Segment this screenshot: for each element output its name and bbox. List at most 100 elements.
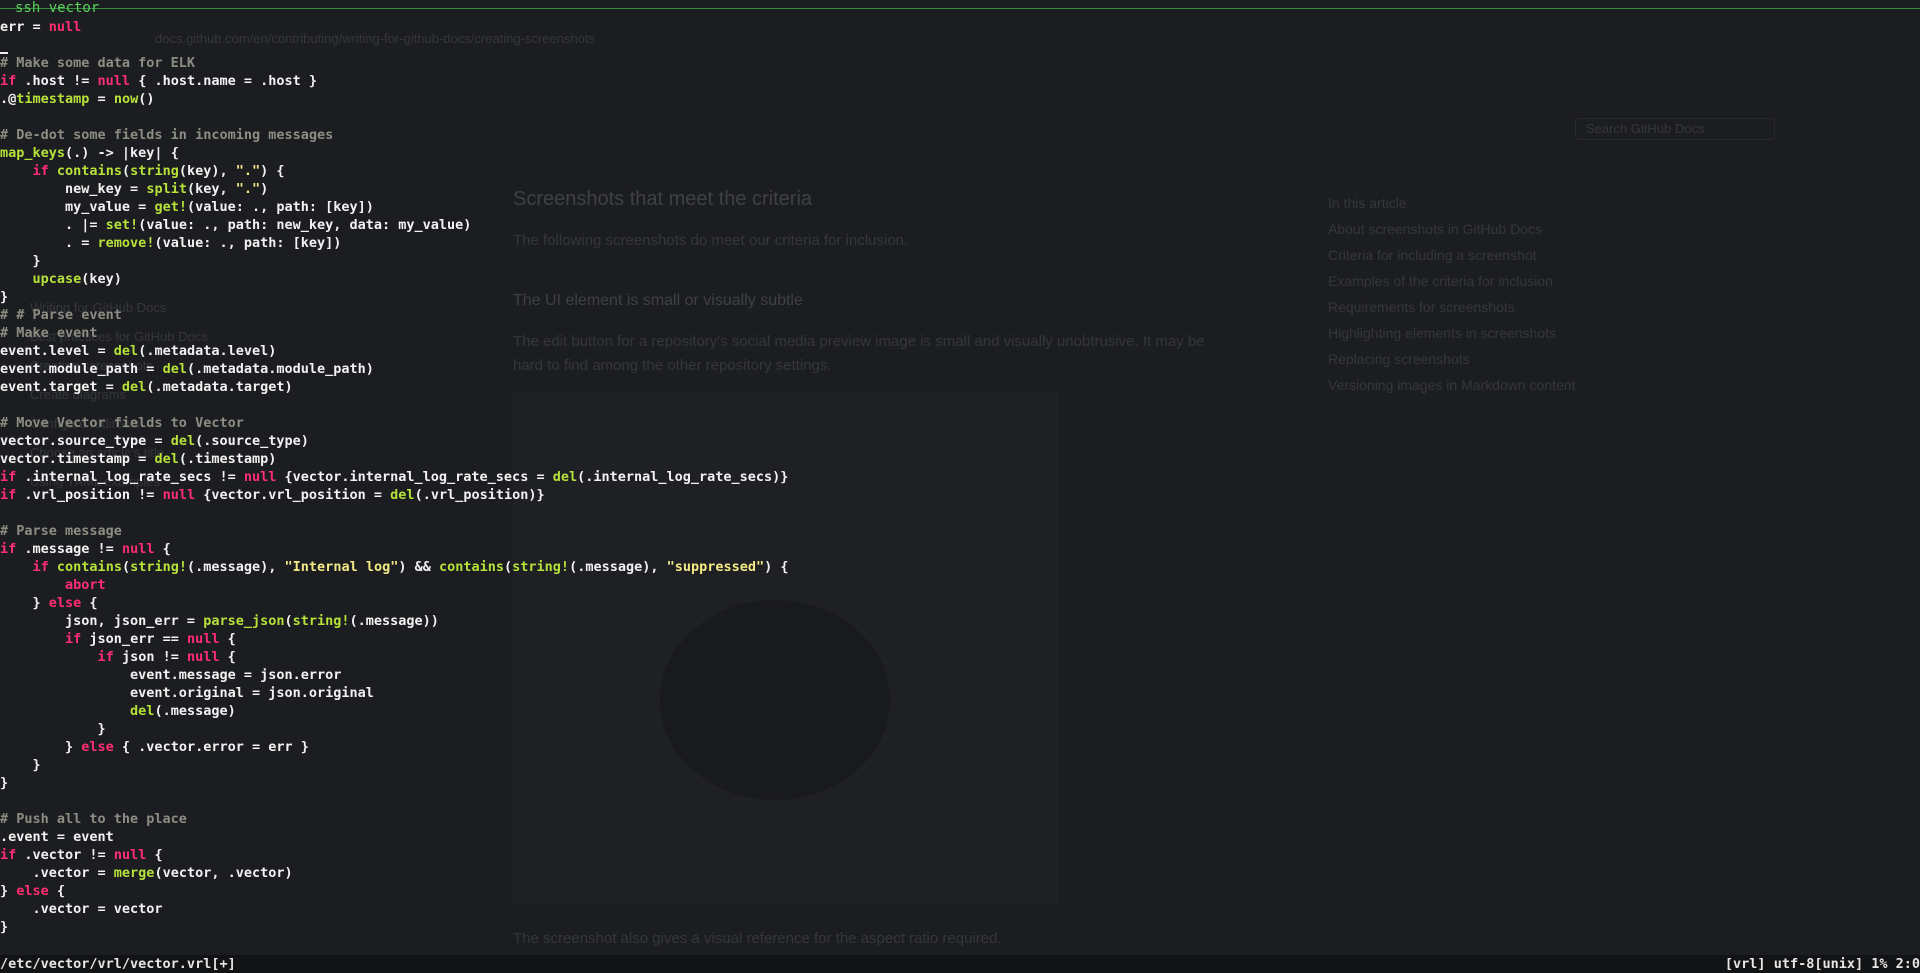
code-line[interactable]: }: [0, 774, 8, 792]
code-line[interactable]: } else { .vector.error = err }: [0, 738, 309, 756]
code-token: {: [81, 595, 98, 611]
code-token: (.source_type): [195, 433, 309, 449]
code-token: json !=: [113, 649, 187, 665]
code-line[interactable]: del(.message): [0, 702, 236, 720]
code-line[interactable]: json, json_err = parse_json(string!(.mes…: [0, 612, 439, 630]
code-token: (value: ., path: [key]): [154, 235, 342, 251]
code-line[interactable]: . = remove!(value: ., path: [key]): [0, 234, 341, 252]
code-token: string!: [292, 613, 350, 629]
code-token: . |=: [0, 217, 106, 233]
code-token: if: [0, 847, 17, 863]
code-line[interactable]: .event = event: [0, 828, 114, 846]
code-token: (key): [81, 271, 122, 287]
code-line[interactable]: .@timestamp = now(): [0, 90, 154, 108]
code-line[interactable]: # Push all to the place: [0, 810, 187, 828]
code-token: }: [0, 595, 49, 611]
code-line[interactable]: if .vrl_position != null {vector.vrl_pos…: [0, 486, 545, 504]
code-line[interactable]: if .internal_log_rate_secs != null {vect…: [0, 468, 788, 486]
code-token: .internal_log_rate_secs !=: [16, 469, 244, 485]
code-line[interactable]: .vector = vector: [0, 900, 163, 918]
code-token: del: [390, 487, 415, 503]
code-line[interactable]: }: [0, 756, 41, 774]
code-token: null: [121, 541, 155, 557]
code-line[interactable]: event.original = json.original: [0, 684, 374, 702]
vim-editor[interactable]: err = null # Make some data for ELK if .ho…: [0, 18, 1920, 955]
code-token: (value: ., path: new_key, data: my_value…: [138, 217, 472, 233]
vim-status-bar: /etc/vector/vrl/vector.vrl[+] [vrl] utf-…: [0, 955, 1920, 973]
code-token: # Parse message: [0, 523, 122, 539]
code-line[interactable]: if contains(string(key), ".") {: [0, 162, 285, 180]
code-line[interactable]: . |= set!(value: ., path: new_key, data:…: [0, 216, 471, 234]
code-token: if: [0, 541, 17, 557]
code-token: (vector, .vector): [154, 865, 293, 881]
code-line[interactable]: # De-dot some fields in incoming message…: [0, 126, 333, 144]
code-token: null: [97, 73, 131, 89]
code-line[interactable]: abort: [0, 576, 106, 594]
code-line[interactable]: vector.source_type = del(.source_type): [0, 432, 309, 450]
code-token: timestamp: [16, 91, 90, 107]
code-token: ) {: [764, 559, 789, 575]
code-line[interactable]: # Parse message: [0, 522, 122, 540]
code-token: remove!: [97, 235, 155, 251]
code-token: (key),: [178, 163, 236, 179]
code-line[interactable]: vector.timestamp = del(.timestamp): [0, 450, 276, 468]
code-line[interactable]: if json_err == null {: [0, 630, 236, 648]
code-token: { .vector.error = err }: [113, 739, 309, 755]
code-token: null: [48, 19, 82, 35]
code-token: (): [138, 91, 155, 107]
code-token: if: [0, 487, 17, 503]
code-token: get!: [154, 199, 187, 215]
code-line[interactable]: event.module_path = del(.metadata.module…: [0, 360, 374, 378]
code-line[interactable]: }: [0, 720, 106, 738]
code-token: vector.source_type =: [0, 433, 171, 449]
code-token: (.message)): [349, 613, 439, 629]
code-line[interactable]: if .vector != null {: [0, 846, 163, 864]
code-line[interactable]: # # Parse event: [0, 306, 122, 324]
code-line[interactable]: } else {: [0, 594, 98, 612]
code-token: now: [113, 91, 139, 107]
code-line[interactable]: }: [0, 288, 8, 306]
code-token: contains: [56, 163, 122, 179]
code-line[interactable]: }: [0, 252, 41, 270]
code-line[interactable]: .vector = merge(vector, .vector): [0, 864, 293, 882]
code-token: .message !=: [16, 541, 122, 557]
code-line[interactable]: new_key = split(key, "."): [0, 180, 268, 198]
status-file-info: [vrl] utf-8[unix] 1% 2:0: [1724, 956, 1920, 972]
code-line[interactable]: if contains(string!(.message), "Internal…: [0, 558, 789, 576]
terminal-title: ssh vector: [15, 0, 100, 16]
code-line[interactable]: my_value = get!(value: ., path: [key]): [0, 198, 374, 216]
code-token: (: [121, 559, 131, 575]
code-token: null: [113, 847, 147, 863]
code-line[interactable]: # Move Vector fields to Vector: [0, 414, 244, 432]
code-token: .event = event: [0, 829, 114, 845]
code-line[interactable]: if json != null {: [0, 648, 236, 666]
code-line[interactable]: }: [0, 918, 8, 936]
code-line[interactable]: event.target = del(.metadata.target): [0, 378, 293, 396]
code-token: {: [48, 883, 66, 899]
code-token: set!: [105, 217, 139, 233]
code-line[interactable]: if .message != null {: [0, 540, 171, 558]
code-token: ): [260, 181, 269, 197]
code-line[interactable]: err = null: [0, 18, 81, 36]
code-token: ) {: [260, 163, 285, 179]
code-token: event.message = json.error: [0, 667, 342, 683]
code-line[interactable]: event.message = json.error: [0, 666, 341, 684]
code-line[interactable]: # Make some data for ELK: [0, 54, 195, 72]
code-token: # De-dot some fields in incoming message…: [0, 127, 334, 143]
code-token: .vrl_position !=: [16, 487, 163, 503]
code-token: if: [97, 649, 114, 665]
code-line[interactable]: if .host != null { .host.name = .host }: [0, 72, 317, 90]
title-separator: [0, 8, 1920, 9]
code-token: (: [121, 163, 131, 179]
code-token: del: [154, 451, 179, 467]
code-token: null: [186, 649, 220, 665]
code-line[interactable]: event.level = del(.metadata.level): [0, 342, 276, 360]
code-line[interactable]: map_keys(.) -> |key| {: [0, 144, 179, 162]
code-line[interactable]: upcase(key): [0, 270, 122, 288]
code-line[interactable]: } else {: [0, 882, 65, 900]
code-line[interactable]: [0, 36, 8, 54]
code-line[interactable]: # Make event: [0, 324, 98, 342]
